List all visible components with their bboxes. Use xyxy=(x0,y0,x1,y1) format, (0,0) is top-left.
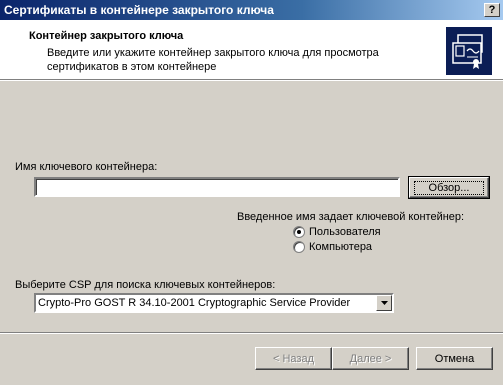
window-title: Сертификаты в контейнере закрытого ключа xyxy=(4,3,274,17)
page-description: Введите или укажите контейнер закрытого … xyxy=(47,47,379,73)
browse-button-label: Обзор... xyxy=(413,180,485,195)
container-label: Имя ключевого контейнера: xyxy=(15,161,158,173)
csp-select[interactable]: Crypto-Pro GOST R 34.10-2001 Cryptograph… xyxy=(34,293,394,313)
wizard-header: Контейнер закрытого ключа Введите или ук… xyxy=(0,20,503,80)
radio-user[interactable]: Пользователя xyxy=(293,226,381,238)
page-title: Контейнер закрытого ключа xyxy=(29,30,184,42)
help-button[interactable]: ? xyxy=(484,3,500,17)
dialog-window: Сертификаты в контейнере закрытого ключа… xyxy=(0,0,503,385)
certificate-icon xyxy=(446,27,492,75)
csp-selected-value: Crypto-Pro GOST R 34.10-2001 Cryptograph… xyxy=(38,297,351,309)
back-button[interactable]: < Назад xyxy=(255,347,332,370)
container-name-input[interactable] xyxy=(34,177,400,197)
cancel-button[interactable]: Отмена xyxy=(416,347,493,370)
radio-computer[interactable]: Компьютера xyxy=(293,241,372,253)
header-divider xyxy=(0,80,503,81)
browse-button[interactable]: Обзор... xyxy=(408,176,490,199)
radio-user-indicator[interactable] xyxy=(293,226,305,238)
scope-label: Введенное имя задает ключевой контейнер: xyxy=(237,211,465,223)
title-bar[interactable]: Сертификаты в контейнере закрытого ключа… xyxy=(0,0,503,20)
next-button[interactable]: Далее > xyxy=(332,347,409,370)
csp-label: Выберите CSP для поиска ключевых контейн… xyxy=(15,279,276,291)
radio-computer-label: Компьютера xyxy=(309,241,373,253)
radio-computer-indicator[interactable] xyxy=(293,241,305,253)
chevron-down-icon[interactable] xyxy=(376,295,392,311)
radio-user-label: Пользователя xyxy=(309,226,381,238)
footer-separator xyxy=(0,332,503,334)
